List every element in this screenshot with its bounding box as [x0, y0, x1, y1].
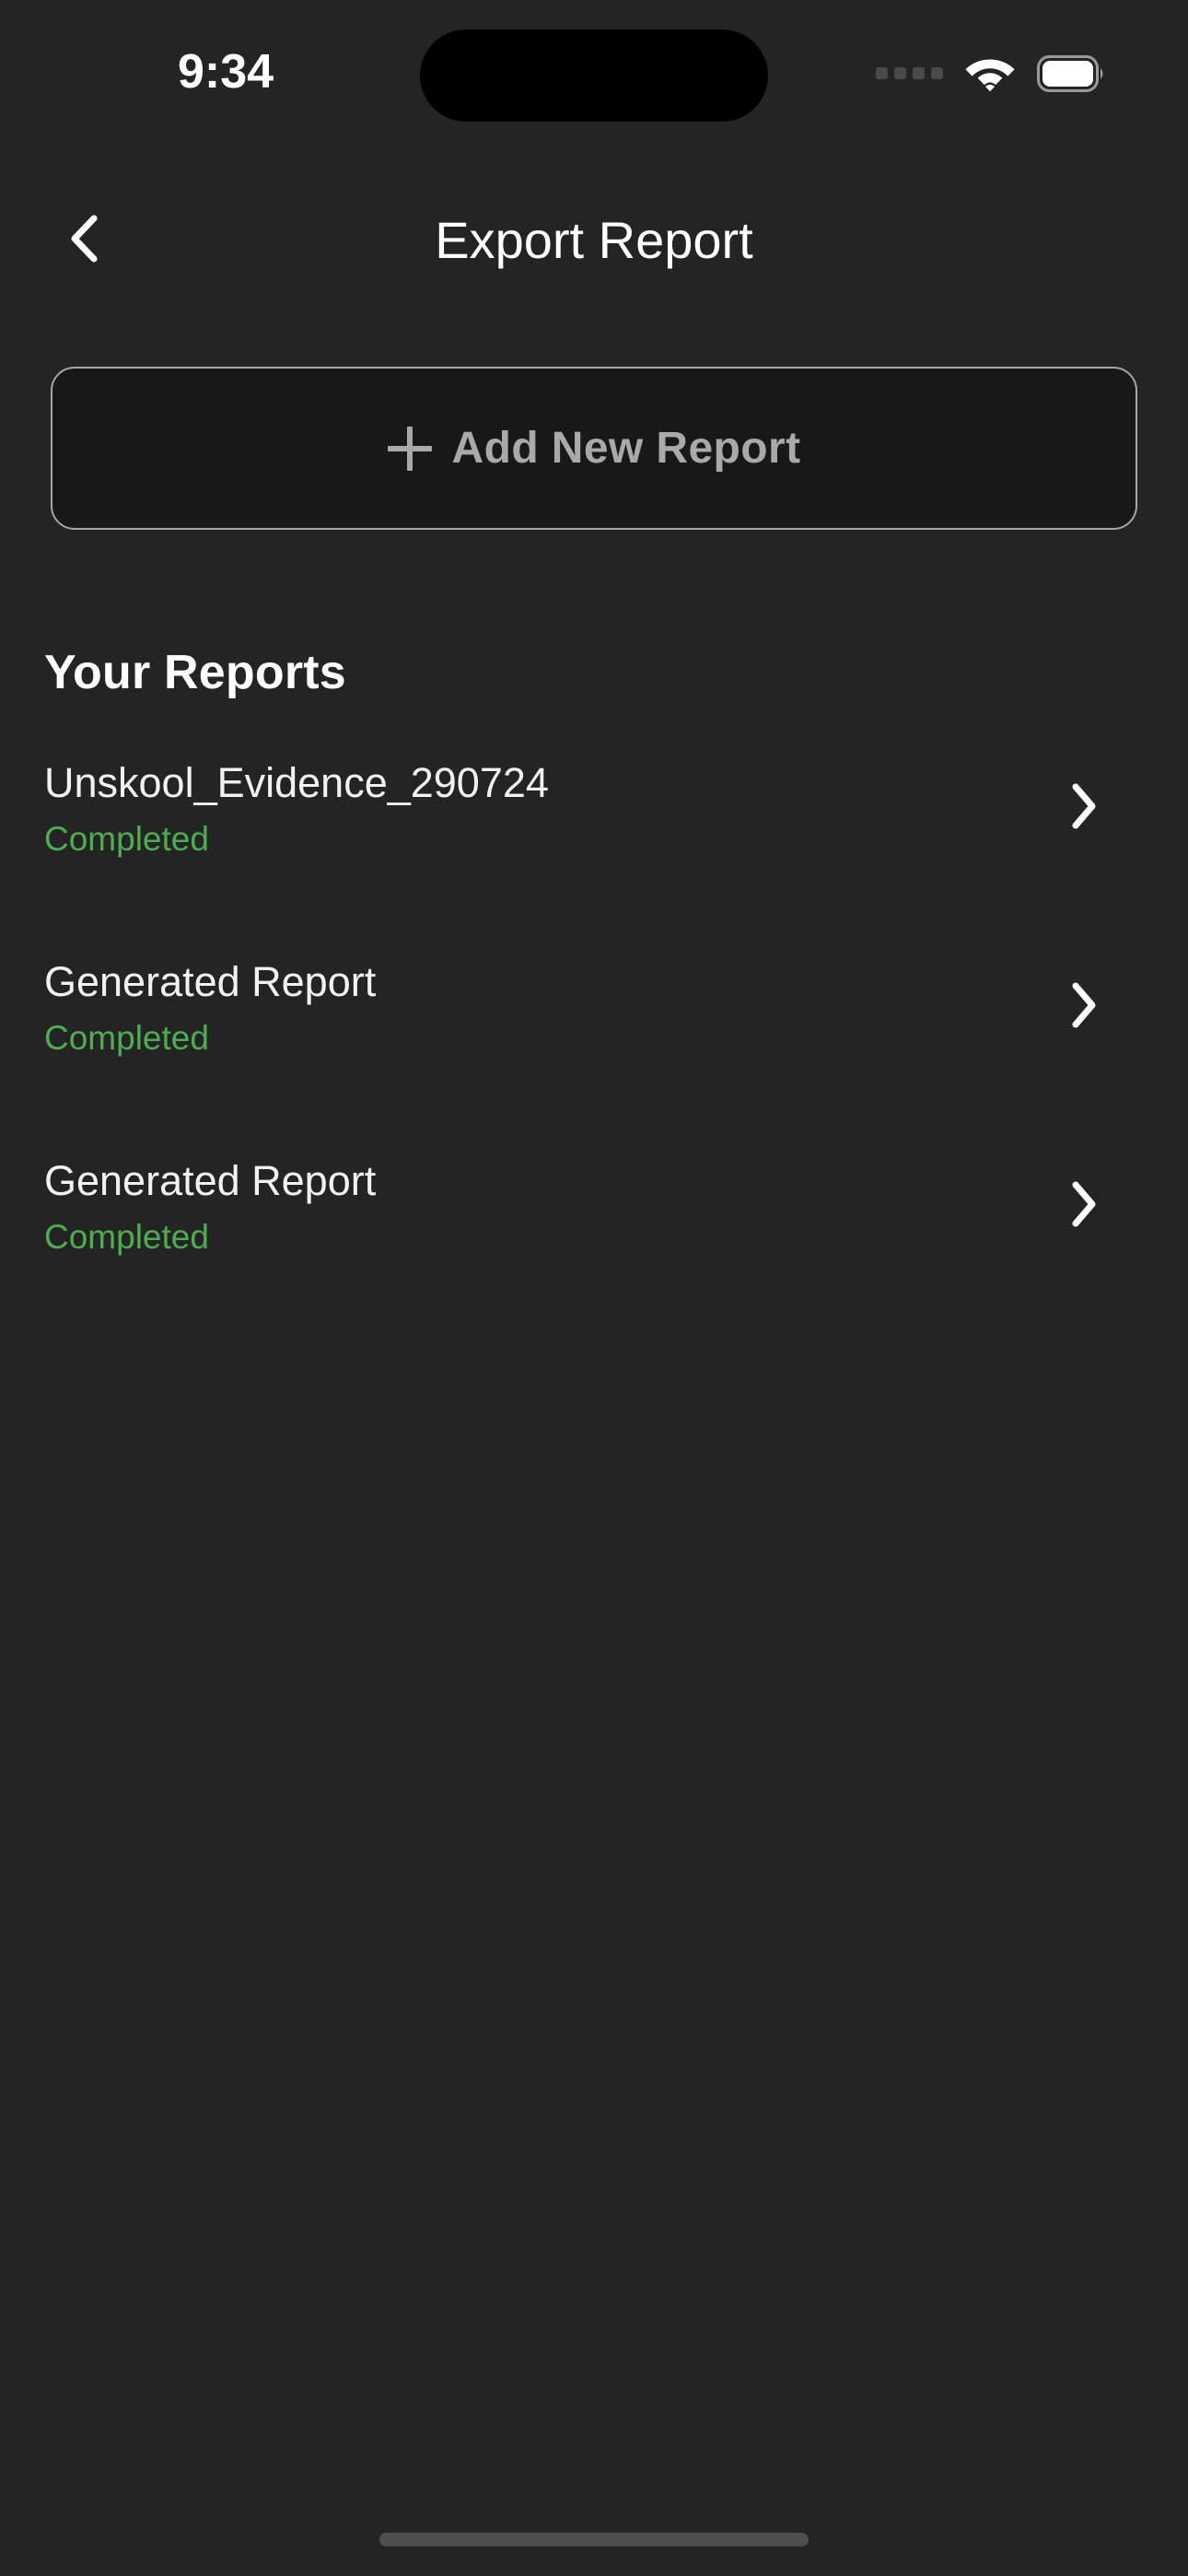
chevron-right-icon[interactable] — [1063, 1177, 1105, 1232]
report-name: Generated Report — [44, 958, 377, 1005]
add-new-report-content: Add New Report — [387, 423, 801, 474]
report-list-item[interactable]: Unskool_Evidence_290724 Completed — [0, 754, 1188, 887]
page-title: Export Report — [435, 211, 753, 269]
add-new-report-button[interactable]: Add New Report — [51, 367, 1137, 530]
status-bar-icons — [876, 48, 1107, 100]
battery-full-icon — [1037, 55, 1107, 92]
add-new-report-label: Add New Report — [451, 424, 801, 473]
dynamic-island — [420, 29, 768, 122]
chevron-right-icon[interactable] — [1063, 779, 1105, 834]
signal-dots-icon — [876, 66, 943, 81]
report-list: Unskool_Evidence_290724 Completed Genera… — [0, 754, 1188, 1351]
wifi-icon — [963, 54, 1017, 93]
report-list-item[interactable]: Generated Report Completed — [0, 1152, 1188, 1285]
report-status-badge: Completed — [44, 1019, 209, 1057]
your-reports-heading: Your Reports — [44, 646, 346, 699]
chevron-right-icon[interactable] — [1063, 978, 1105, 1033]
home-indicator[interactable] — [379, 2533, 809, 2547]
report-name: Unskool_Evidence_290724 — [44, 759, 549, 806]
report-name: Generated Report — [44, 1157, 377, 1204]
report-list-item[interactable]: Generated Report Completed — [0, 953, 1188, 1086]
report-status-badge: Completed — [44, 1218, 209, 1256]
navigation-header: Export Report — [0, 181, 1188, 310]
status-bar-time: 9:34 — [177, 45, 274, 99]
status-bar: 9:34 — [0, 0, 1188, 147]
report-status-badge: Completed — [44, 820, 209, 858]
plus-icon — [387, 426, 432, 471]
phone-screen: 9:34 Export Report Add New Report Your R… — [0, 0, 1188, 2576]
